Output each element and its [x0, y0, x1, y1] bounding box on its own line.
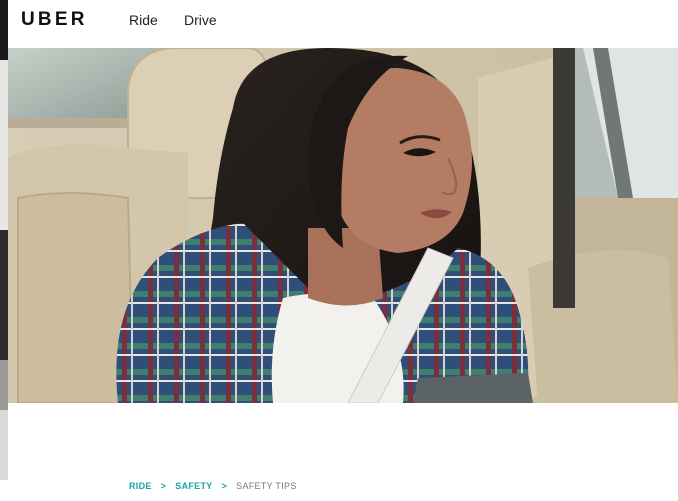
breadcrumb-current-page: SAFETY TIPS	[236, 481, 297, 491]
nav-link-drive[interactable]: Drive	[184, 12, 217, 28]
breadcrumb-safety[interactable]: SAFETY	[175, 481, 212, 491]
breadcrumb: RIDE > SAFETY > SAFETY TIPS	[129, 481, 297, 491]
top-nav-bar: UBER Ride Drive	[8, 0, 678, 48]
woman-in-backseat-photo-icon	[8, 48, 678, 403]
breadcrumb-separator: >	[221, 481, 228, 491]
hero-image	[8, 48, 678, 403]
window-left-edge	[0, 0, 8, 501]
breadcrumb-ride[interactable]: RIDE	[129, 481, 152, 491]
breadcrumb-separator: >	[160, 481, 167, 491]
uber-logo[interactable]: UBER	[21, 9, 88, 31]
nav-link-ride[interactable]: Ride	[129, 12, 158, 28]
